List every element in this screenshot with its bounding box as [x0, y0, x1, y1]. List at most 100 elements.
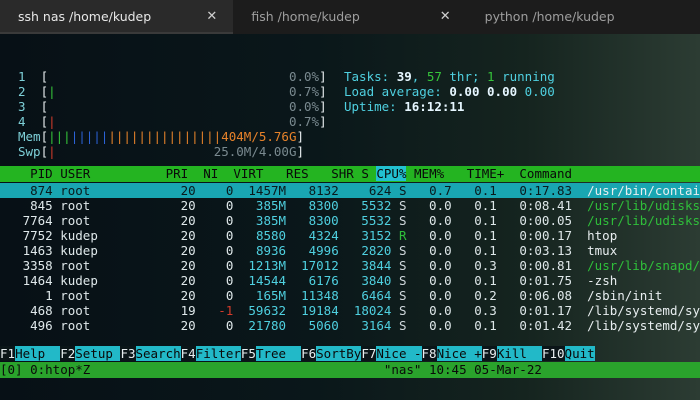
cell-pri: 20 — [180, 213, 196, 228]
cell-command: /usr/bin/contai — [587, 183, 700, 198]
cell-pid: 874 — [30, 183, 53, 198]
cell-time: 0:00.17 — [519, 228, 573, 243]
fkey-f1[interactable]: F1 — [0, 346, 16, 361]
cell-ni: -1 — [218, 303, 234, 318]
cell-virt: 385M — [255, 198, 287, 213]
fkey-f2[interactable]: F2 — [60, 346, 76, 361]
fkey-label[interactable]: Kill — [496, 346, 542, 361]
cell-ni: 0 — [225, 183, 234, 198]
cell-s: S — [398, 288, 407, 303]
cell-user: root — [60, 258, 91, 273]
cell-user: root — [60, 303, 91, 318]
cell-s: S — [398, 273, 407, 288]
fkey-label[interactable]: Filter — [195, 346, 241, 361]
cell-time: 0:06.08 — [519, 288, 573, 303]
cell-res: 4996 — [308, 243, 339, 258]
cell-pri: 20 — [180, 228, 196, 243]
fkey-f3[interactable]: F3 — [120, 346, 136, 361]
cell-virt: 21780 — [248, 318, 287, 333]
fkey-label[interactable]: Nice + — [436, 346, 482, 361]
fkey-label[interactable]: Quit — [564, 346, 595, 361]
cell-pid: 496 — [30, 318, 53, 333]
cell-cpu: 0.0 — [429, 228, 452, 243]
cell-s: S — [398, 213, 407, 228]
tab-title: ssh nas /home/kudep — [18, 9, 152, 24]
cell-cpu: 0.0 — [429, 198, 452, 213]
close-icon[interactable]: ✕ — [206, 0, 217, 34]
cell-command: -zsh — [587, 273, 618, 288]
cell-pri: 20 — [180, 198, 196, 213]
cell-virt: 8580 — [255, 228, 287, 243]
cell-pid: 3358 — [22, 258, 53, 273]
system-summary: Tasks: 39, 57 thr; 1 running Load averag… — [344, 69, 555, 114]
cell-res: 8300 — [308, 198, 339, 213]
fkey-label[interactable]: Tree — [255, 346, 302, 361]
fkey-label[interactable]: Search — [135, 346, 181, 361]
cell-pid: 845 — [30, 198, 53, 213]
fkey-label[interactable]: Help — [15, 346, 61, 361]
table-row[interactable]: 874 root 20 0 1457M 8132 624 S 0.7 0.1 0… — [0, 183, 700, 198]
table-row[interactable]: 7752 kudep 20 0 8580 4324 3152 R 0.0 0.1… — [0, 228, 700, 243]
fkey-f9[interactable]: F9 — [481, 346, 497, 361]
cell-pri: 20 — [180, 243, 196, 258]
table-row[interactable]: 1463 kudep 20 0 8936 4996 2820 S 0.0 0.1… — [0, 243, 700, 258]
cell-command: /usr/lib/udisks — [587, 198, 700, 213]
cell-s: S — [398, 318, 407, 333]
fkey-label[interactable]: Nice - — [376, 346, 422, 361]
cell-user: root — [60, 213, 91, 228]
cell-time: 0:01.17 — [519, 303, 573, 318]
table-row[interactable]: 845 root 20 0 385M 8300 5532 S 0.0 0.1 0… — [0, 198, 700, 213]
tab-fish[interactable]: fish /home/kudep ✕ — [233, 0, 466, 34]
table-row[interactable]: 1 root 20 0 165M 11348 6464 S 0.0 0.2 0:… — [0, 288, 700, 303]
cell-mem: 0.1 — [474, 243, 497, 258]
cell-pri: 20 — [180, 273, 196, 288]
fkey-label[interactable]: SortBy — [316, 346, 362, 361]
cell-mem: 0.1 — [474, 228, 497, 243]
cell-ni: 0 — [225, 198, 234, 213]
fkey-f10[interactable]: F10 — [541, 346, 565, 361]
cell-mem: 0.1 — [474, 213, 497, 228]
tab-python[interactable]: python /home/kudep — [467, 0, 700, 34]
cell-command: htop — [587, 228, 618, 243]
fkey-f4[interactable]: F4 — [180, 346, 196, 361]
cell-cpu: 0.0 — [429, 213, 452, 228]
tab-title: fish /home/kudep — [251, 9, 360, 24]
cell-pid: 468 — [30, 303, 53, 318]
cell-pri: 19 — [180, 303, 196, 318]
fkey-f8[interactable]: F8 — [421, 346, 437, 361]
table-row[interactable]: 1464 kudep 20 0 14544 6176 3840 S 0.0 0.… — [0, 273, 700, 288]
cell-ni: 0 — [225, 318, 234, 333]
cell-pri: 20 — [180, 318, 196, 333]
tmux-clock: 10:45 05-Mar-22 — [428, 362, 542, 377]
cell-ni: 0 — [225, 213, 234, 228]
cell-pid: 1464 — [22, 273, 53, 288]
cell-virt: 59632 — [248, 303, 287, 318]
process-table-header[interactable]: PID USER PRI NI VIRT RES SHR S CPU% MEM%… — [0, 166, 700, 182]
cell-s: R — [398, 228, 407, 243]
table-row[interactable]: 496 root 20 0 21780 5060 3164 S 0.0 0.1 … — [0, 318, 700, 333]
cell-mem: 0.1 — [474, 198, 497, 213]
close-icon[interactable]: ✕ — [440, 0, 451, 34]
wallpaper-texture — [380, 34, 700, 48]
cell-user: root — [60, 183, 91, 198]
table-row[interactable]: 468 root 19 -1 59632 19184 18024 S 0.0 0… — [0, 303, 700, 318]
cell-time: 0:01.75 — [519, 273, 573, 288]
table-row[interactable]: 3358 root 20 0 1213M 17012 3844 S 0.0 0.… — [0, 258, 700, 273]
cell-pid: 1 — [45, 288, 53, 303]
fkey-f5[interactable]: F5 — [240, 346, 256, 361]
cell-s: S — [398, 258, 407, 273]
fkey-f7[interactable]: F7 — [361, 346, 377, 361]
cell-command: /sbin/init — [587, 288, 663, 303]
cell-cpu: 0.0 — [429, 318, 452, 333]
fkey-f6[interactable]: F6 — [301, 346, 317, 361]
tmux-session[interactable]: [0] 0:htop*Z — [0, 362, 90, 377]
fkey-label[interactable]: Setup — [75, 346, 121, 361]
cell-virt: 1457M — [248, 183, 287, 198]
cell-command: /usr/lib/udisks — [587, 213, 700, 228]
cell-res: 5060 — [308, 318, 339, 333]
cell-res: 19184 — [301, 303, 339, 318]
cell-time: 0:00.81 — [519, 258, 573, 273]
cell-pid: 1463 — [22, 243, 53, 258]
table-row[interactable]: 7764 root 20 0 385M 8300 5532 S 0.0 0.1 … — [0, 213, 700, 228]
tab-ssh-nas[interactable]: ssh nas /home/kudep ✕ — [0, 0, 234, 34]
